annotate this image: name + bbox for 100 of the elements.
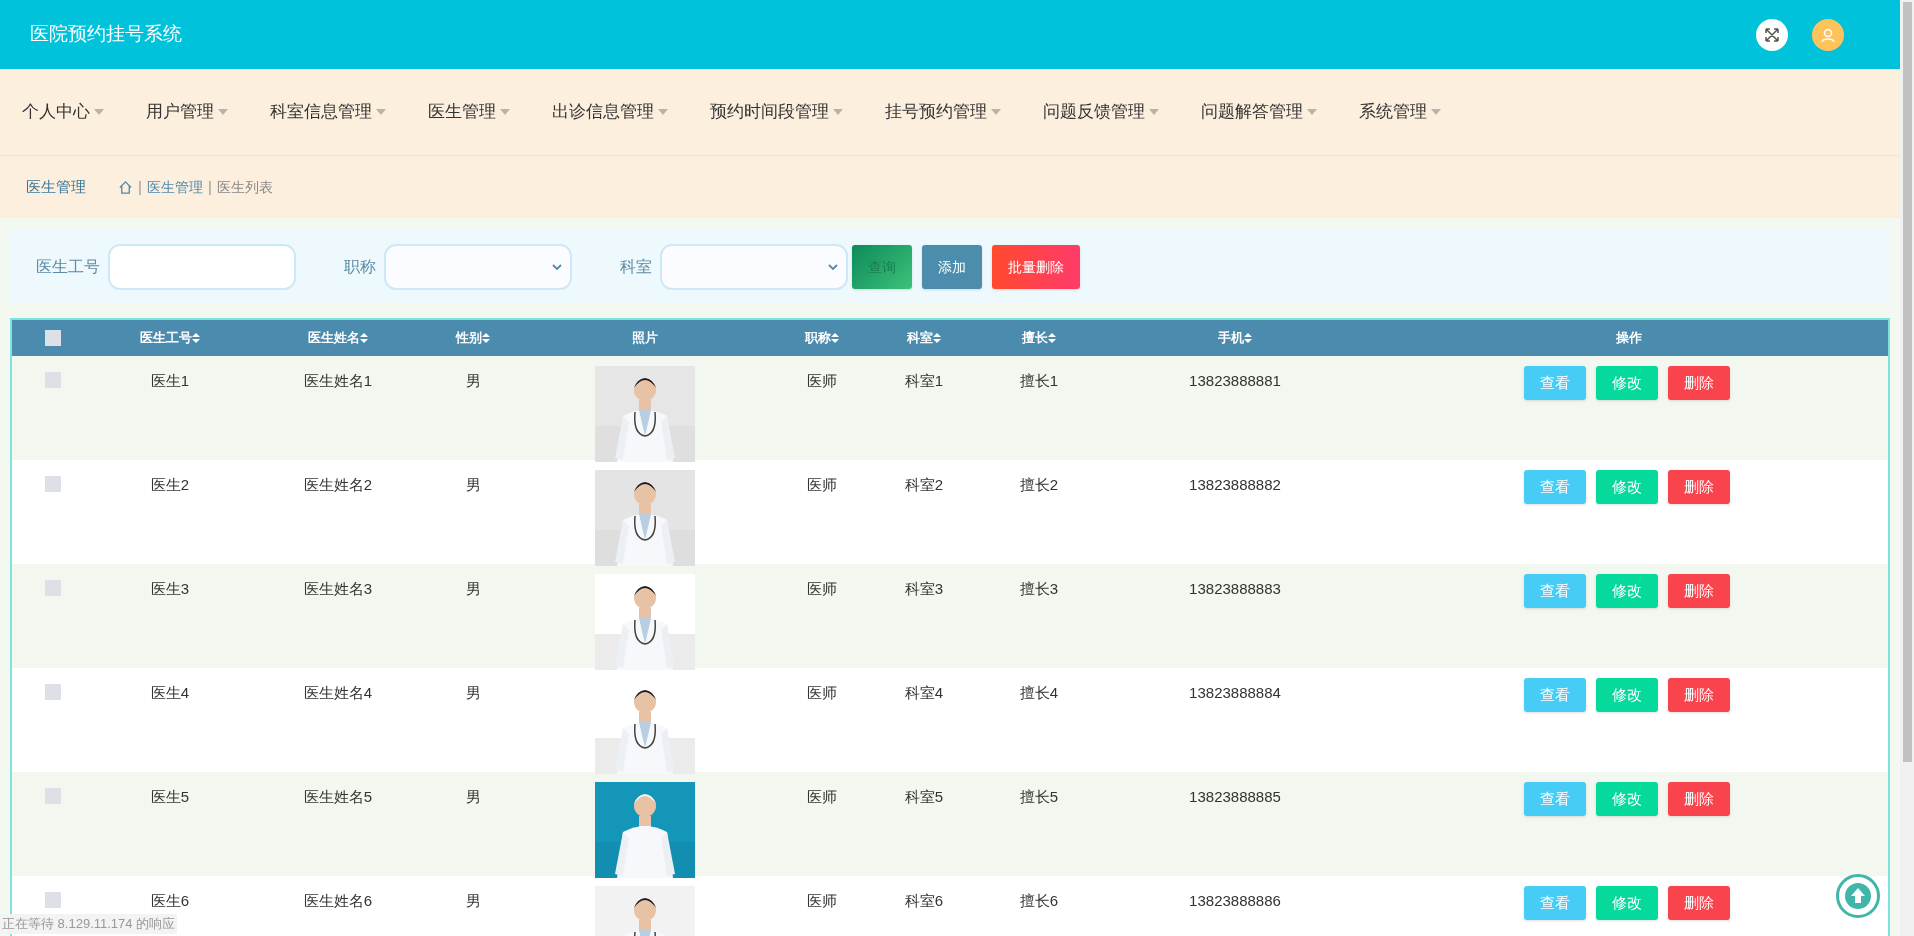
- breadcrumb-link[interactable]: 医生管理: [146, 176, 203, 198]
- table-cell-text: 科室2: [904, 475, 944, 495]
- delete-button[interactable]: 删除: [1668, 782, 1730, 816]
- edit-button[interactable]: 修改: [1596, 470, 1658, 504]
- user-avatar-icon[interactable]: [1812, 18, 1844, 51]
- filter-label: 医生工号: [36, 257, 100, 277]
- table-cell-text: 医师: [807, 579, 837, 599]
- column-header: 操作: [1616, 329, 1642, 348]
- nav-menu-item[interactable]: 科室信息管理: [270, 99, 386, 125]
- table-cell-text: 医师: [807, 787, 837, 807]
- breadcrumb-separator: |: [207, 176, 212, 197]
- nav-menu-item[interactable]: 个人中心: [22, 99, 104, 125]
- page-title: 医生管理: [26, 176, 86, 197]
- caret-icon: [991, 109, 1001, 115]
- table-cell-text: 医生2: [150, 475, 190, 495]
- checkbox[interactable]: [45, 892, 61, 908]
- sort-icon[interactable]: [1048, 333, 1056, 343]
- breadcrumb-separator: |: [138, 176, 142, 197]
- table-cell-text: 医师: [807, 475, 837, 495]
- checkbox[interactable]: [45, 684, 61, 700]
- view-button[interactable]: 查看: [1524, 366, 1586, 400]
- table-cell-text: 医生姓名2: [303, 475, 373, 495]
- caret-icon: [218, 109, 228, 115]
- table-cell-text: 男: [465, 371, 481, 391]
- nav-menu-item[interactable]: 预约时间段管理: [710, 99, 843, 125]
- nav-menu-item[interactable]: 医生管理: [428, 99, 510, 125]
- caret-icon: [833, 109, 843, 115]
- table-cell-text: 医生姓名5: [303, 787, 373, 807]
- table-cell-text: 医生4: [150, 683, 190, 703]
- view-button[interactable]: 查看: [1524, 470, 1586, 504]
- table-cell-text: 擅长3: [1019, 579, 1059, 599]
- nav-menu-item[interactable]: 用户管理: [146, 99, 228, 125]
- column-header: 性别: [456, 329, 482, 348]
- delete-button[interactable]: 删除: [1668, 366, 1730, 400]
- filter-label: 科室: [620, 257, 652, 277]
- view-button[interactable]: 查看: [1524, 678, 1586, 712]
- nav-menu-item[interactable]: 问题反馈管理: [1043, 99, 1159, 125]
- view-button[interactable]: 查看: [1524, 782, 1586, 816]
- table-cell-text: 医生1: [150, 371, 190, 391]
- table-cell-text: 医生姓名6: [303, 891, 373, 911]
- table-cell-text: 科室6: [904, 891, 944, 911]
- filter-label: 职称: [344, 257, 376, 277]
- caret-icon: [658, 109, 668, 115]
- nav-menu-item[interactable]: 问题解答管理: [1201, 99, 1317, 125]
- caret-icon: [500, 109, 510, 115]
- chevron-down-icon: [552, 264, 562, 270]
- column-header: 医生工号: [140, 329, 192, 348]
- edit-button[interactable]: 修改: [1596, 782, 1658, 816]
- home-icon[interactable]: [118, 179, 133, 195]
- edit-button[interactable]: 修改: [1596, 678, 1658, 712]
- table-cell-text: 医生姓名1: [303, 371, 373, 391]
- sort-icon[interactable]: [482, 333, 490, 343]
- edit-button[interactable]: 修改: [1596, 574, 1658, 608]
- table-cell-text: 医生6: [150, 891, 190, 911]
- add-button[interactable]: 添加: [922, 245, 982, 289]
- table-cell-text: 医师: [807, 371, 837, 391]
- delete-button[interactable]: 删除: [1668, 678, 1730, 712]
- table-cell-text: 科室5: [904, 787, 944, 807]
- sort-icon[interactable]: [1244, 333, 1252, 343]
- table-cell-text: 13823888884: [1189, 683, 1281, 703]
- delete-button[interactable]: 批量删除: [992, 245, 1080, 289]
- caret-icon: [376, 109, 386, 115]
- table-cell-text: 13823888883: [1189, 579, 1281, 599]
- table-cell-text: 医生3: [150, 579, 190, 599]
- table-cell-text: 男: [465, 475, 481, 495]
- sort-icon[interactable]: [831, 333, 839, 343]
- caret-icon: [1307, 109, 1317, 115]
- edit-button[interactable]: 修改: [1596, 366, 1658, 400]
- delete-button[interactable]: 删除: [1668, 574, 1730, 608]
- fullscreen-icon[interactable]: [1756, 18, 1788, 51]
- edit-button[interactable]: 修改: [1596, 886, 1658, 920]
- view-button[interactable]: 查看: [1524, 574, 1586, 608]
- scrollbar[interactable]: [1900, 0, 1914, 936]
- column-header: 手机: [1218, 329, 1244, 348]
- dropdown-field[interactable]: [384, 244, 572, 290]
- view-button[interactable]: 查看: [1524, 886, 1586, 920]
- sort-icon[interactable]: [933, 333, 941, 343]
- table-cell-text: 科室3: [904, 579, 944, 599]
- delete-button[interactable]: 删除: [1668, 886, 1730, 920]
- table-cell-text: 医师: [807, 891, 837, 911]
- nav-menu-item[interactable]: 系统管理: [1359, 99, 1441, 125]
- breadcrumb-link[interactable]: 医生列表: [216, 176, 273, 198]
- sort-icon[interactable]: [360, 333, 368, 343]
- chevron-down-icon: [828, 264, 838, 270]
- table-cell-text: 男: [465, 579, 481, 599]
- input-field[interactable]: [108, 244, 296, 290]
- nav-menu-item[interactable]: 出诊信息管理: [552, 99, 668, 125]
- table-cell-text: 男: [465, 683, 481, 703]
- table-cell-text: 医师: [807, 683, 837, 703]
- table-cell-text: 擅长6: [1019, 891, 1059, 911]
- nav-menu-item[interactable]: 挂号预约管理: [885, 99, 1001, 125]
- table-cell-text: 男: [465, 787, 481, 807]
- column-header: 医生姓名: [308, 329, 360, 348]
- table-cell-text: 医生5: [150, 787, 190, 807]
- checkbox[interactable]: [45, 330, 61, 346]
- dropdown-field[interactable]: [660, 244, 848, 290]
- checkbox[interactable]: [45, 476, 61, 492]
- delete-button[interactable]: 删除: [1668, 470, 1730, 504]
- caret-icon: [94, 109, 104, 115]
- sort-icon[interactable]: [192, 333, 200, 343]
